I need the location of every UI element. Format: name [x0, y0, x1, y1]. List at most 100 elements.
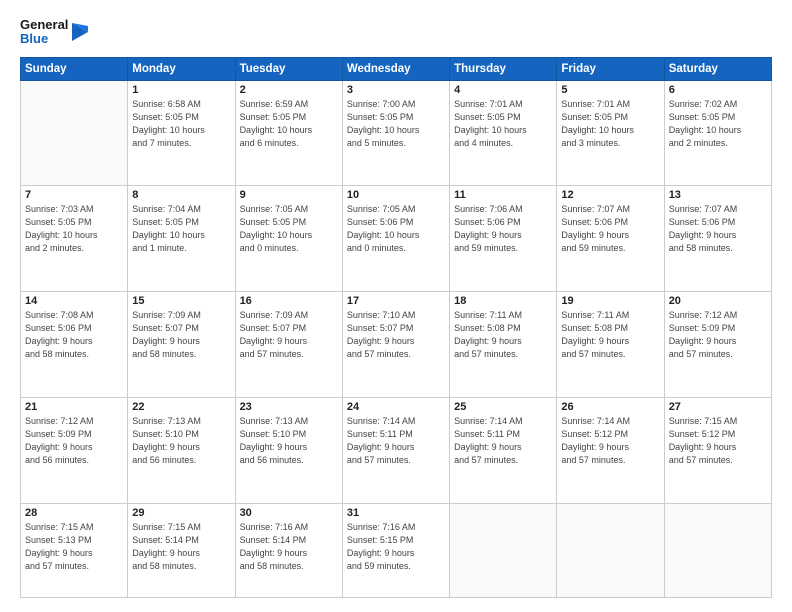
calendar-cell: 10 Sunrise: 7:05 AMSunset: 5:06 PMDayligh… — [342, 186, 449, 292]
day-number: 29 — [132, 507, 230, 519]
day-info: Sunrise: 7:09 AMSunset: 5:07 PMDaylight:… — [132, 309, 230, 361]
page: General Blue SundayMondayTuesdayWednesda… — [0, 0, 792, 612]
logo-general: General — [20, 18, 68, 32]
day-info: Sunrise: 7:14 AMSunset: 5:11 PMDaylight:… — [347, 415, 445, 467]
day-info: Sunrise: 7:10 AMSunset: 5:07 PMDaylight:… — [347, 309, 445, 361]
logo-triangle-icon — [68, 21, 90, 43]
day-number: 25 — [454, 401, 552, 413]
calendar-weekday-header: Monday — [128, 57, 235, 80]
calendar-cell: 13 Sunrise: 7:07 AMSunset: 5:06 PMDayligh… — [664, 186, 771, 292]
logo: General Blue — [20, 18, 90, 47]
day-info: Sunrise: 6:59 AMSunset: 5:05 PMDaylight:… — [240, 98, 338, 150]
calendar-weekday-header: Saturday — [664, 57, 771, 80]
calendar-cell — [21, 80, 128, 186]
day-number: 2 — [240, 84, 338, 96]
day-number: 7 — [25, 189, 123, 201]
day-number: 26 — [561, 401, 659, 413]
calendar-cell: 20 Sunrise: 7:12 AMSunset: 5:09 PMDayligh… — [664, 292, 771, 398]
calendar-cell: 31 Sunrise: 7:16 AMSunset: 5:15 PMDayligh… — [342, 503, 449, 597]
calendar-cell: 11 Sunrise: 7:06 AMSunset: 5:06 PMDayligh… — [450, 186, 557, 292]
calendar-week-row: 1Sunrise: 6:58 AMSunset: 5:05 PMDaylight… — [21, 80, 772, 186]
calendar-cell: 15 Sunrise: 7:09 AMSunset: 5:07 PMDayligh… — [128, 292, 235, 398]
calendar-cell: 6Sunrise: 7:02 AMSunset: 5:05 PMDaylight… — [664, 80, 771, 186]
calendar-week-row: 28 Sunrise: 7:15 AMSunset: 5:13 PMDayligh… — [21, 503, 772, 597]
calendar-cell — [450, 503, 557, 597]
day-info: Sunrise: 7:14 AMSunset: 5:12 PMDaylight:… — [561, 415, 659, 467]
day-info: Sunrise: 7:12 AMSunset: 5:09 PMDaylight:… — [669, 309, 767, 361]
calendar-week-row: 21 Sunrise: 7:12 AMSunset: 5:09 PMDayligh… — [21, 397, 772, 503]
day-info: Sunrise: 7:15 AMSunset: 5:12 PMDaylight:… — [669, 415, 767, 467]
day-info: Sunrise: 7:04 AMSunset: 5:05 PMDaylight:… — [132, 203, 230, 255]
day-info: Sunrise: 7:07 AMSunset: 5:06 PMDaylight:… — [669, 203, 767, 255]
calendar-cell: 3 Sunrise: 7:00 AMSunset: 5:05 PMDaylight… — [342, 80, 449, 186]
day-info: Sunrise: 7:16 AMSunset: 5:15 PMDaylight:… — [347, 521, 445, 573]
calendar-weekday-header: Sunday — [21, 57, 128, 80]
calendar-cell: 29 Sunrise: 7:15 AMSunset: 5:14 PMDayligh… — [128, 503, 235, 597]
day-info: Sunrise: 7:15 AMSunset: 5:14 PMDaylight:… — [132, 521, 230, 573]
day-info: Sunrise: 7:05 AMSunset: 5:05 PMDaylight:… — [240, 203, 338, 255]
day-info: Sunrise: 7:12 AMSunset: 5:09 PMDaylight:… — [25, 415, 123, 467]
day-info: Sunrise: 7:11 AMSunset: 5:08 PMDaylight:… — [561, 309, 659, 361]
calendar-cell: 9 Sunrise: 7:05 AMSunset: 5:05 PMDaylight… — [235, 186, 342, 292]
day-number: 20 — [669, 295, 767, 307]
calendar-cell: 28 Sunrise: 7:15 AMSunset: 5:13 PMDayligh… — [21, 503, 128, 597]
day-number: 18 — [454, 295, 552, 307]
day-number: 4 — [454, 84, 552, 96]
day-info: Sunrise: 7:06 AMSunset: 5:06 PMDaylight:… — [454, 203, 552, 255]
day-info: Sunrise: 7:14 AMSunset: 5:11 PMDaylight:… — [454, 415, 552, 467]
day-number: 30 — [240, 507, 338, 519]
day-info: Sunrise: 7:09 AMSunset: 5:07 PMDaylight:… — [240, 309, 338, 361]
day-info: Sunrise: 7:16 AMSunset: 5:14 PMDaylight:… — [240, 521, 338, 573]
day-number: 28 — [25, 507, 123, 519]
calendar-cell: 22 Sunrise: 7:13 AMSunset: 5:10 PMDayligh… — [128, 397, 235, 503]
calendar-cell: 14Sunrise: 7:08 AMSunset: 5:06 PMDayligh… — [21, 292, 128, 398]
day-number: 13 — [669, 189, 767, 201]
day-info: Sunrise: 6:58 AMSunset: 5:05 PMDaylight:… — [132, 98, 230, 150]
calendar-cell — [557, 503, 664, 597]
calendar-cell: 24 Sunrise: 7:14 AMSunset: 5:11 PMDayligh… — [342, 397, 449, 503]
calendar-cell: 12 Sunrise: 7:07 AMSunset: 5:06 PMDayligh… — [557, 186, 664, 292]
calendar-week-row: 7 Sunrise: 7:03 AMSunset: 5:05 PMDaylight… — [21, 186, 772, 292]
day-number: 14 — [25, 295, 123, 307]
calendar-cell — [664, 503, 771, 597]
day-number: 5 — [561, 84, 659, 96]
day-number: 9 — [240, 189, 338, 201]
calendar-weekday-header: Friday — [557, 57, 664, 80]
day-info: Sunrise: 7:03 AMSunset: 5:05 PMDaylight:… — [25, 203, 123, 255]
day-info: Sunrise: 7:01 AMSunset: 5:05 PMDaylight:… — [561, 98, 659, 150]
day-info: Sunrise: 7:13 AMSunset: 5:10 PMDaylight:… — [132, 415, 230, 467]
day-info: Sunrise: 7:05 AMSunset: 5:06 PMDaylight:… — [347, 203, 445, 255]
day-info: Sunrise: 7:02 AMSunset: 5:05 PMDaylight:… — [669, 98, 767, 150]
day-number: 10 — [347, 189, 445, 201]
day-number: 17 — [347, 295, 445, 307]
calendar-weekday-header: Wednesday — [342, 57, 449, 80]
day-info: Sunrise: 7:07 AMSunset: 5:06 PMDaylight:… — [561, 203, 659, 255]
day-number: 15 — [132, 295, 230, 307]
calendar-cell: 5 Sunrise: 7:01 AMSunset: 5:05 PMDaylight… — [557, 80, 664, 186]
day-info: Sunrise: 7:01 AMSunset: 5:05 PMDaylight:… — [454, 98, 552, 150]
day-number: 22 — [132, 401, 230, 413]
day-info: Sunrise: 7:00 AMSunset: 5:05 PMDaylight:… — [347, 98, 445, 150]
logo-blue: Blue — [20, 32, 68, 46]
calendar-cell: 1Sunrise: 6:58 AMSunset: 5:05 PMDaylight… — [128, 80, 235, 186]
calendar-cell: 4 Sunrise: 7:01 AMSunset: 5:05 PMDaylight… — [450, 80, 557, 186]
calendar-weekday-header: Thursday — [450, 57, 557, 80]
calendar-cell: 16 Sunrise: 7:09 AMSunset: 5:07 PMDayligh… — [235, 292, 342, 398]
day-number: 21 — [25, 401, 123, 413]
calendar-week-row: 14Sunrise: 7:08 AMSunset: 5:06 PMDayligh… — [21, 292, 772, 398]
calendar-cell: 25 Sunrise: 7:14 AMSunset: 5:11 PMDayligh… — [450, 397, 557, 503]
day-info: Sunrise: 7:15 AMSunset: 5:13 PMDaylight:… — [25, 521, 123, 573]
day-number: 27 — [669, 401, 767, 413]
day-number: 24 — [347, 401, 445, 413]
calendar-cell: 17 Sunrise: 7:10 AMSunset: 5:07 PMDayligh… — [342, 292, 449, 398]
day-number: 3 — [347, 84, 445, 96]
day-number: 12 — [561, 189, 659, 201]
day-number: 16 — [240, 295, 338, 307]
calendar-cell: 27 Sunrise: 7:15 AMSunset: 5:12 PMDayligh… — [664, 397, 771, 503]
calendar-weekday-header: Tuesday — [235, 57, 342, 80]
day-number: 19 — [561, 295, 659, 307]
calendar-cell: 8Sunrise: 7:04 AMSunset: 5:05 PMDaylight… — [128, 186, 235, 292]
calendar-header-row: SundayMondayTuesdayWednesdayThursdayFrid… — [21, 57, 772, 80]
day-number: 11 — [454, 189, 552, 201]
day-number: 31 — [347, 507, 445, 519]
